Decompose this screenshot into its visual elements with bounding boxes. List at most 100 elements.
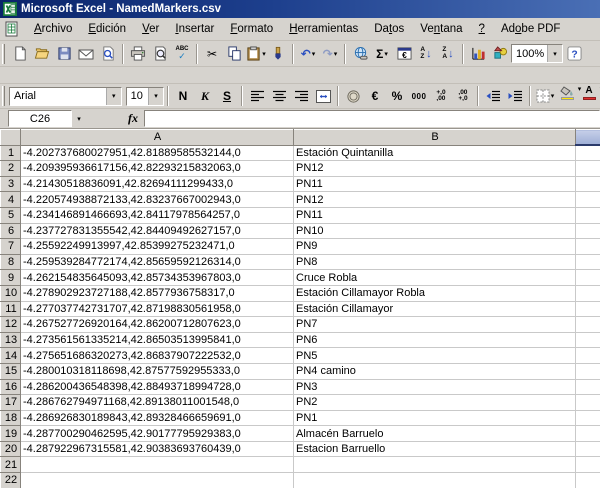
cell-C22-partial[interactable] — [576, 473, 600, 488]
drawing-button[interactable] — [489, 43, 511, 65]
cell-A11[interactable]: -4.277037742731707,42.87198830561958,0 — [21, 301, 294, 317]
cell-A3[interactable]: -4.21430518836091,42.82694111299433,0 — [21, 176, 294, 192]
row-header-8[interactable]: 8 — [1, 254, 21, 270]
cell-C13-partial[interactable] — [576, 332, 600, 348]
font-color-button[interactable]: A ▾ — [578, 85, 600, 107]
menu-item-datos[interactable]: Datos — [366, 20, 412, 38]
menu-item-ayuda[interactable]: ? — [471, 20, 493, 38]
cell-C19-partial[interactable] — [576, 426, 600, 442]
cell-A16[interactable]: -4.286200436548398,42.88493718994728,0 — [21, 379, 294, 395]
cell-B3[interactable]: PN11 — [294, 176, 576, 192]
cell-A13[interactable]: -4.273561561335214,42.86503513995841,0 — [21, 332, 294, 348]
row-header-16[interactable]: 16 — [1, 379, 21, 395]
cell-B14[interactable]: PN5 — [294, 348, 576, 364]
cell-C6-partial[interactable] — [576, 223, 600, 239]
cell-A20[interactable]: -4.287922967315581,42.90383693760439,0 — [21, 441, 294, 457]
cell-C1-partial[interactable] — [576, 145, 600, 161]
zoom-dropdown-button[interactable]: ▾ — [547, 45, 562, 62]
align-left-button[interactable] — [246, 85, 268, 107]
insert-hyperlink-button[interactable] — [349, 43, 371, 65]
cell-B5[interactable]: PN11 — [294, 207, 576, 223]
row-header-17[interactable]: 17 — [1, 395, 21, 411]
cell-C11-partial[interactable] — [576, 301, 600, 317]
cell-B11[interactable]: Estación Cillamayor — [294, 301, 576, 317]
zoom-combobox[interactable]: 100% ▾ — [511, 44, 563, 63]
row-header-15[interactable]: 15 — [1, 363, 21, 379]
insert-function-button[interactable]: fx — [128, 111, 138, 126]
font-size-dropdown-button[interactable]: ▾ — [148, 88, 163, 105]
row-header-22[interactable]: 22 — [1, 473, 21, 488]
cell-C17-partial[interactable] — [576, 395, 600, 411]
cell-B1[interactable]: Estación Quintanilla — [294, 145, 576, 161]
cell-A15[interactable]: -4.280010318118698,42.87577592955333,0 — [21, 363, 294, 379]
print-preview-button[interactable] — [149, 43, 171, 65]
comma-style-button[interactable]: 000 — [408, 85, 430, 107]
autosum-button[interactable]: Σ ▾ — [371, 43, 393, 65]
menu-item-herramientas[interactable]: Herramientas — [281, 20, 366, 38]
cell-B13[interactable]: PN6 — [294, 332, 576, 348]
merge-center-button[interactable] — [312, 85, 334, 107]
borders-button[interactable]: ▾ — [534, 85, 556, 107]
formula-input[interactable] — [144, 110, 600, 127]
cell-B8[interactable]: PN8 — [294, 254, 576, 270]
redo-button[interactable]: ↷ ▾ — [319, 43, 341, 65]
increase-decimal-button[interactable]: +,0 ,00 — [430, 85, 452, 107]
cell-B20[interactable]: Estacion Barruello — [294, 441, 576, 457]
name-box-dropdown-button[interactable]: ▾ — [72, 110, 86, 127]
cell-C14-partial[interactable] — [576, 348, 600, 364]
cell-A8[interactable]: -4.259539284772174,42.85659592126314,0 — [21, 254, 294, 270]
cell-A18[interactable]: -4.286926830189843,42.89328466659691,0 — [21, 410, 294, 426]
row-header-18[interactable]: 18 — [1, 410, 21, 426]
cell-B16[interactable]: PN3 — [294, 379, 576, 395]
name-box[interactable]: C26 — [8, 110, 72, 127]
select-all-corner[interactable] — [1, 130, 21, 146]
row-header-7[interactable]: 7 — [1, 239, 21, 255]
format-painter-button[interactable] — [267, 43, 289, 65]
cell-B7[interactable]: PN9 — [294, 239, 576, 255]
cut-button[interactable]: ✂ — [201, 43, 223, 65]
cell-A5[interactable]: -4.234146891466693,42.84117978564257,0 — [21, 207, 294, 223]
cell-A7[interactable]: -4.25592249913997,42.85399275232471,0 — [21, 239, 294, 255]
title-bar[interactable]: Microsoft Excel - NamedMarkers.csv — [0, 0, 600, 18]
cell-B10[interactable]: Estación Cillamayor Robla — [294, 285, 576, 301]
font-name-combobox[interactable]: Arial ▾ — [9, 87, 122, 106]
menu-item-insertar[interactable]: Insertar — [167, 20, 222, 38]
save-button[interactable] — [53, 43, 75, 65]
cell-B2[interactable]: PN12 — [294, 161, 576, 177]
underline-button[interactable]: S — [216, 85, 238, 107]
search-button[interactable] — [97, 43, 119, 65]
menu-item-formato[interactable]: Formato — [222, 20, 281, 38]
cell-B15[interactable]: PN4 camino — [294, 363, 576, 379]
cell-A4[interactable]: -4.220574938872133,42.83237667002943,0 — [21, 192, 294, 208]
cell-C21-partial[interactable] — [576, 457, 600, 473]
cell-B17[interactable]: PN2 — [294, 395, 576, 411]
cell-B9[interactable]: Cruce Robla — [294, 270, 576, 286]
menu-item-archivo[interactable]: Archivo — [26, 20, 80, 38]
decrease-decimal-button[interactable]: ,00 +,0 — [452, 85, 474, 107]
percent-style-button[interactable]: % — [386, 85, 408, 107]
row-header-12[interactable]: 12 — [1, 317, 21, 333]
copy-button[interactable] — [223, 43, 245, 65]
cell-C16-partial[interactable] — [576, 379, 600, 395]
increase-indent-button[interactable] — [504, 85, 526, 107]
cell-C3-partial[interactable] — [576, 176, 600, 192]
cell-C7-partial[interactable] — [576, 239, 600, 255]
row-header-1[interactable]: 1 — [1, 145, 21, 161]
sort-ascending-button[interactable]: A Z ↓ — [415, 43, 437, 65]
email-button[interactable] — [75, 43, 97, 65]
cell-C2-partial[interactable] — [576, 161, 600, 177]
cell-C10-partial[interactable] — [576, 285, 600, 301]
paste-button[interactable]: ▾ — [245, 43, 267, 65]
new-button[interactable] — [9, 43, 31, 65]
row-header-19[interactable]: 19 — [1, 426, 21, 442]
row-header-21[interactable]: 21 — [1, 457, 21, 473]
cell-B4[interactable]: PN12 — [294, 192, 576, 208]
euro-style-button[interactable]: € — [364, 85, 386, 107]
cell-A22[interactable] — [21, 473, 294, 488]
sort-descending-button[interactable]: Z A ↓ — [437, 43, 459, 65]
row-header-10[interactable]: 10 — [1, 285, 21, 301]
cell-A12[interactable]: -4.267527726920164,42.86200712807623,0 — [21, 317, 294, 333]
cell-A14[interactable]: -4.275651686320273,42.86837907222532,0 — [21, 348, 294, 364]
cell-A2[interactable]: -4.209395936617156,42.82293215832063,0 — [21, 161, 294, 177]
cell-C4-partial[interactable] — [576, 192, 600, 208]
